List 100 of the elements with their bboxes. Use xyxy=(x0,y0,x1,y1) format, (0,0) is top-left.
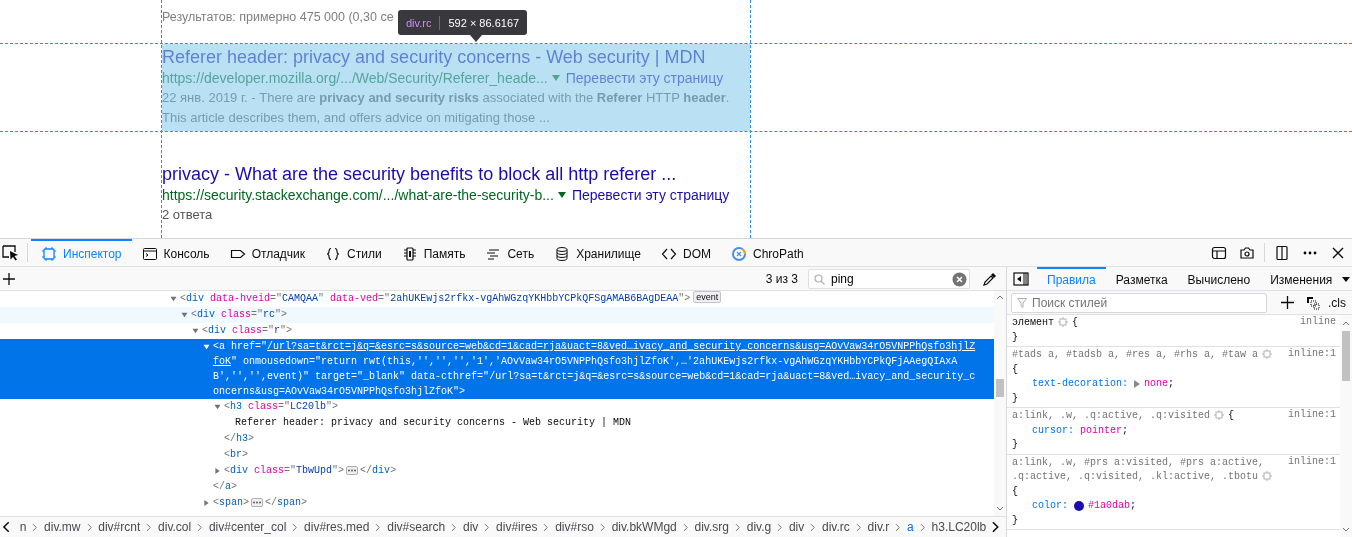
breadcrumb-item[interactable]: div#ires xyxy=(493,520,541,534)
collapsed-content-button[interactable] xyxy=(346,465,359,475)
text-node[interactable]: Referer header: privacy and security concerns - Web security | MDN xyxy=(235,415,632,431)
vertical-scrollbar[interactable] xyxy=(1340,315,1352,537)
collapsed-arrow-icon[interactable] xyxy=(203,500,210,506)
selected-node-row[interactable] xyxy=(0,339,994,399)
devtools-tab[interactable]: Память xyxy=(391,239,476,266)
scroll-left-icon[interactable] xyxy=(2,521,11,533)
braces-icon xyxy=(325,245,342,262)
breadcrumb-item[interactable]: div xyxy=(785,520,808,534)
event-badge[interactable]: event xyxy=(693,291,722,303)
markup-line[interactable]: <h3 class="LC20lb"> xyxy=(224,399,339,415)
markup-line[interactable]: <div class="TbwUpd"> </div> xyxy=(224,463,397,479)
markup-line[interactable]: <br> xyxy=(224,447,249,463)
property-value[interactable]: none xyxy=(1144,377,1169,392)
devtools-tab[interactable]: Хранилище xyxy=(544,239,651,266)
translate-link[interactable]: Перевести эту страницу xyxy=(571,185,730,205)
devtools-tab[interactable]: ChroPath xyxy=(720,239,814,266)
open-brace: { xyxy=(1228,410,1235,421)
markup-line[interactable]: <a href="/url?sa=t&rct=j&q=&esrc=s&source=web&cd=1&cad=rja&uact=8&ved…ivacy_and_security_concerns&usg=AOvVaw34rO5VNPPhQsfo3hjlZfoK" onmousedown="return rwt(this,'','','','1','AOvVaw34rO5VNPPhQsfo3hjlZfoK',…'2ahUKEwjs2rfkx-vgAhWGzqYKHbbYCPkQFjAAegQIAxAB','','',event)" target="_blank" data-cthref="/url?sa=t&rct=j&q=&esrc=s&source=web&cd=1&cad=rja&uact=8&ved…ivacy_and_security_concerns&usg=AOvVaw34rO5VNPPhQsfo3hjlZfoK"> xyxy=(213,339,976,399)
pseudo-class-icon[interactable] xyxy=(1306,295,1320,310)
layout-icon[interactable] xyxy=(1211,245,1227,261)
property-value[interactable]: #1a0dab xyxy=(1088,499,1131,514)
devtools-tab[interactable]: DOM xyxy=(650,239,721,266)
markup-line[interactable]: </a> xyxy=(213,479,238,495)
collapsed-content-button[interactable] xyxy=(251,497,264,507)
close-brace: } xyxy=(1012,392,1018,404)
breadcrumb-item[interactable]: div.mw xyxy=(41,520,84,534)
expand-arrow-icon[interactable] xyxy=(1134,380,1140,389)
scroll-right-icon[interactable] xyxy=(991,521,1000,533)
markup-search-field[interactable]: ping xyxy=(808,268,970,289)
breadcrumb-item[interactable]: div#rcnt xyxy=(95,520,144,534)
add-rule-icon[interactable] xyxy=(1281,296,1294,309)
sidebar-tab[interactable]: Разметка xyxy=(1105,267,1178,290)
element-picker-icon[interactable] xyxy=(2,245,20,261)
breadcrumb-item[interactable]: div.rc xyxy=(819,520,853,534)
hovered-node-row[interactable]: <div class="rc"> xyxy=(0,307,994,323)
collapsed-arrow-icon[interactable] xyxy=(214,468,221,474)
breadcrumb-item[interactable]: div#center_col xyxy=(205,520,290,534)
breadcrumb-item[interactable]: n xyxy=(16,520,30,534)
breadcrumb-item[interactable]: div#rso xyxy=(552,520,597,534)
breadcrumb-item[interactable]: h3.LC20lb xyxy=(928,520,990,534)
breadcrumb-item[interactable]: div.g xyxy=(743,520,775,534)
eyedropper-icon[interactable] xyxy=(982,270,998,287)
expanded-arrow-icon[interactable] xyxy=(181,312,188,318)
breadcrumb-item[interactable]: div xyxy=(460,520,482,534)
rule-source-link[interactable]: inline:1 xyxy=(1288,348,1336,359)
node-highlight-icon[interactable] xyxy=(1262,471,1273,482)
node-highlight-icon[interactable] xyxy=(1058,317,1068,328)
dropdown-caret-icon[interactable] xyxy=(1342,277,1351,282)
sidebar-tab[interactable]: Правила xyxy=(1037,267,1106,290)
breadcrumb-item[interactable]: a xyxy=(904,520,917,534)
node-highlight-icon[interactable] xyxy=(1214,410,1225,421)
markup-line[interactable]: <div data-hveid="CAMQAA" data-ved="2ahUKEwjs2rfkx-vgAhWGzqYKHbbYCPkQFSgAMAB6BAgDEAA"> xyxy=(180,291,691,307)
clear-icon[interactable] xyxy=(952,271,967,287)
style-filter-field[interactable]: Поиск стилей xyxy=(1011,292,1267,313)
breadcrumb-item[interactable]: div.srg xyxy=(691,520,732,534)
property-name[interactable]: text-decoration: xyxy=(1032,377,1128,392)
add-node-icon[interactable] xyxy=(2,271,16,286)
chevron-icon xyxy=(32,522,39,532)
breadcrumb-item[interactable]: div.bkWMgd xyxy=(608,520,680,534)
devtools-tab[interactable]: Сеть xyxy=(475,239,545,266)
result-url: https://security.stackexchange.com/.../what-are-the-security-b... xyxy=(162,186,554,205)
property-value[interactable]: pointer xyxy=(1080,423,1123,438)
breadcrumb-item[interactable]: div#res.med xyxy=(301,520,373,534)
dropdown-triangle-icon[interactable] xyxy=(557,192,566,198)
markup-line[interactable]: </h3> xyxy=(224,431,255,447)
cls-button[interactable]: .cls xyxy=(1326,295,1348,310)
devtools-tab[interactable]: Отладчик xyxy=(219,239,316,266)
close-icon[interactable] xyxy=(1330,245,1346,261)
results-count: Результатов: примерно 475 000 (0,30 се xyxy=(162,9,394,26)
rule-source-link[interactable]: inline:1 xyxy=(1288,455,1336,467)
square-icon xyxy=(41,245,57,262)
expanded-arrow-icon[interactable] xyxy=(170,296,177,302)
sidebar-tab[interactable]: Вычислено xyxy=(1177,267,1261,290)
devtools-tab[interactable]: Инспектор xyxy=(31,239,132,266)
devtools-tab[interactable]: Консоль xyxy=(131,239,220,266)
expanded-arrow-icon[interactable] xyxy=(214,404,221,410)
node-highlight-icon[interactable] xyxy=(1262,349,1273,360)
property-name[interactable]: color: xyxy=(1032,499,1068,514)
chevron-icon xyxy=(810,522,817,532)
breadcrumb-item[interactable]: div.col xyxy=(155,520,195,534)
devtools-tab[interactable]: Стили xyxy=(315,239,392,266)
markup-line[interactable]: <div class="rc"> xyxy=(191,307,288,323)
sidebar-tab[interactable]: Изменения xyxy=(1260,267,1343,290)
expanded-arrow-icon[interactable] xyxy=(203,344,210,350)
result-title-link[interactable]: privacy - What are the security benefits to block all http referer ... xyxy=(162,163,750,185)
toggle-pane-icon[interactable] xyxy=(1013,272,1029,286)
chevron-icon xyxy=(895,522,902,532)
responsive-view-icon[interactable] xyxy=(1274,245,1290,261)
property-name[interactable]: cursor: xyxy=(1032,423,1074,438)
breadcrumb-item[interactable]: div#search xyxy=(384,520,449,534)
rule-source-link[interactable]: inline:1 xyxy=(1288,409,1336,420)
color-swatch[interactable] xyxy=(1074,501,1084,512)
expanded-arrow-icon[interactable] xyxy=(192,328,199,334)
markup-line[interactable]: <span> </span> xyxy=(213,495,308,511)
breadcrumb-item[interactable]: div.r xyxy=(864,520,893,534)
rule-source-link[interactable]: inline xyxy=(1300,316,1336,327)
camera-icon[interactable] xyxy=(1239,245,1255,261)
markup-line[interactable]: <div class="r"> xyxy=(202,323,293,339)
